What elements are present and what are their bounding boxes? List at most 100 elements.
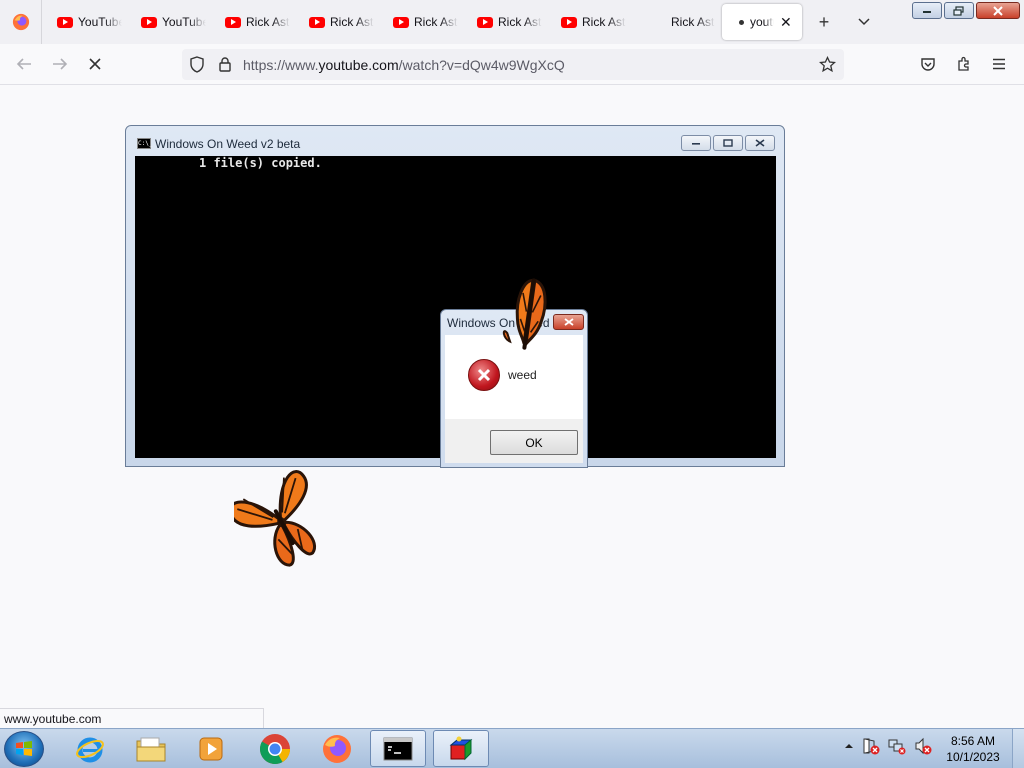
tab-rick-2[interactable]: Rick Astley <box>296 4 380 40</box>
url-host: youtube.com <box>318 57 399 73</box>
youtube-icon <box>393 16 409 28</box>
start-button[interactable] <box>4 731 44 767</box>
media-player-icon <box>199 737 223 760</box>
volume-muted-icon[interactable] <box>914 737 932 755</box>
restore-button[interactable] <box>944 2 974 19</box>
youtube-icon <box>57 16 73 28</box>
console-caption-buttons <box>681 135 775 151</box>
internet-explorer-icon <box>76 737 104 762</box>
folder-icon <box>136 737 166 761</box>
tab-label: YouTube <box>78 15 122 29</box>
message-box-footer: OK <box>445 419 583 463</box>
youtube-icon <box>561 16 577 28</box>
action-center-error-icon[interactable] <box>862 737 880 755</box>
pocket-icon <box>921 57 935 71</box>
arrow-left-icon <box>16 58 31 70</box>
restore-icon <box>953 5 964 16</box>
taskbar-cmd[interactable] <box>370 730 426 767</box>
minimize-icon <box>923 10 931 13</box>
star-icon[interactable] <box>819 56 836 73</box>
network-error-icon[interactable] <box>888 737 906 755</box>
back-button[interactable] <box>12 52 36 76</box>
status-link-preview: www.youtube.com <box>0 708 264 728</box>
maximize-icon <box>723 139 733 147</box>
cmd-icon: C:\_ <box>137 138 153 149</box>
tab-rick-6[interactable]: Rick Astley <box>632 4 716 40</box>
system-tray <box>844 737 932 755</box>
clock[interactable]: 8:56 AM 10/1/2023 <box>940 733 1006 765</box>
tab-close-icon[interactable]: ✕ <box>780 14 792 31</box>
youtube-icon <box>141 16 157 28</box>
clock-time: 8:56 AM <box>950 734 996 748</box>
menu-icon <box>993 58 1005 70</box>
taskbar-firefox[interactable] <box>309 730 365 767</box>
minimize-icon <box>692 143 700 145</box>
tab-rick-1[interactable]: Rick Astley <box>212 4 296 40</box>
forward-button[interactable] <box>48 52 72 76</box>
taskbar-app[interactable] <box>433 730 489 767</box>
taskbar: 8:56 AM 10/1/2023 <box>0 728 1024 768</box>
console-maximize-button[interactable] <box>713 135 743 151</box>
ok-button[interactable]: OK <box>490 430 578 455</box>
console-title: Windows On Weed v2 beta <box>155 137 301 151</box>
tab-label: Rick Astley <box>330 15 374 29</box>
show-desktop-button[interactable] <box>1012 729 1024 768</box>
navigation-toolbar: https://www.youtube.com/watch?v=dQw4w9Wg… <box>0 44 1024 85</box>
tab-label: Rick Astley <box>498 15 542 29</box>
firefox-icon <box>12 13 29 31</box>
tab-label: Rick Astley <box>246 15 290 29</box>
taskbar-media-player[interactable] <box>183 730 239 767</box>
chevron-down-icon <box>858 18 870 26</box>
minimize-button[interactable] <box>912 2 942 19</box>
youtube-icon <box>477 16 493 28</box>
close-icon <box>993 5 1003 16</box>
error-icon <box>468 359 500 391</box>
taskbar-internet-explorer[interactable] <box>62 730 118 767</box>
console-close-button[interactable] <box>745 135 775 151</box>
tab-rick-3[interactable]: Rick Astley <box>380 4 464 40</box>
pocket-button[interactable] <box>916 52 940 76</box>
butterfly <box>502 278 547 350</box>
tab-label: Rick Astley <box>582 15 626 29</box>
butterfly <box>234 470 316 567</box>
taskbar-explorer[interactable] <box>123 730 179 767</box>
windows-start-icon <box>16 741 32 756</box>
url-prefix: https://www. <box>243 57 319 73</box>
tab-youtube-2[interactable]: YouTube <box>128 4 212 40</box>
console-output: 1 file(s) copied. <box>199 156 322 170</box>
url-text[interactable]: https://www.youtube.com/watch?v=dQw4w9Wg… <box>243 57 565 73</box>
tab-label: YouTube <box>162 15 206 29</box>
firefox-icon <box>323 734 351 763</box>
chrome-icon <box>260 733 290 764</box>
close-icon <box>563 318 574 326</box>
app-menu-button[interactable] <box>987 52 1011 76</box>
show-hidden-icons-icon[interactable] <box>844 741 854 751</box>
shield-icon[interactable] <box>189 56 205 73</box>
url-bar[interactable]: https://www.youtube.com/watch?v=dQw4w9Wg… <box>182 49 844 80</box>
tab-rick-4[interactable]: Rick Astley <box>464 4 548 40</box>
clock-date: 10/1/2023 <box>946 750 1000 764</box>
new-tab-button[interactable]: + <box>812 10 836 34</box>
tab-rick-5[interactable]: Rick Astley <box>548 4 632 40</box>
tab-label: Rick Astley <box>671 15 715 29</box>
loading-dot-icon <box>739 19 744 25</box>
close-window-button[interactable] <box>976 2 1020 19</box>
list-all-tabs-button[interactable] <box>852 10 876 34</box>
youtube-icon <box>309 16 325 28</box>
tab-strip: YouTube YouTube Rick Astley Rick Astley … <box>0 0 1024 44</box>
window-caption-buttons <box>912 2 1020 19</box>
tab-active[interactable]: youtube ✕ <box>722 4 802 40</box>
close-icon <box>755 139 765 147</box>
message-text: weed <box>508 368 537 382</box>
lock-icon[interactable] <box>218 56 232 73</box>
extensions-icon <box>958 56 969 71</box>
tab-youtube-1[interactable]: YouTube <box>44 4 128 40</box>
taskbar-chrome[interactable] <box>247 730 303 767</box>
youtube-icon <box>225 16 241 28</box>
stop-button[interactable] <box>83 52 107 76</box>
tab-label: youtube <box>750 15 774 29</box>
app-icon <box>449 736 473 760</box>
console-minimize-button[interactable] <box>681 135 711 151</box>
firefox-view-button[interactable] <box>0 0 42 44</box>
extensions-button[interactable] <box>952 52 976 76</box>
